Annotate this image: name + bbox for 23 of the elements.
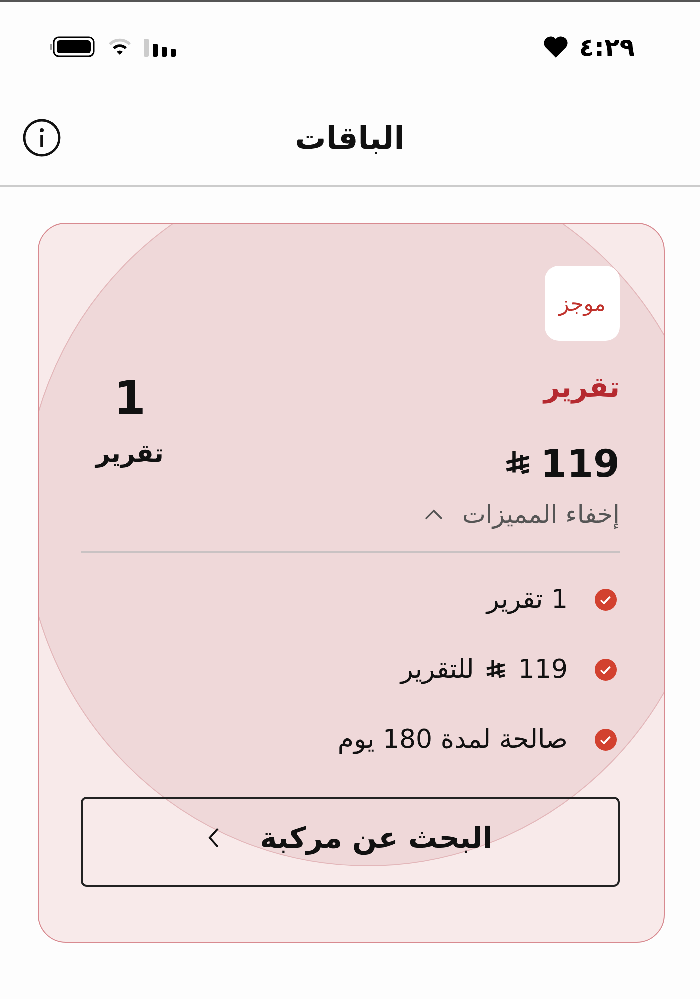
status-time: ٤:٢٩ <box>579 32 635 62</box>
search-vehicle-button[interactable]: البحث عن مركبة <box>81 796 620 886</box>
battery-icon <box>50 36 96 58</box>
info-icon <box>22 118 62 158</box>
info-button[interactable] <box>22 118 62 158</box>
heart-icon <box>543 35 570 59</box>
check-icon <box>594 588 618 612</box>
feature-text: للتقرير <box>400 654 474 684</box>
package-logo: موجز <box>545 266 620 341</box>
page-title: الباقات <box>295 120 405 156</box>
feature-text: 1 تقرير <box>486 584 568 614</box>
feature-price: 119 <box>518 654 568 684</box>
report-count: 1 <box>114 371 146 425</box>
chevron-icon <box>208 827 220 849</box>
check-icon <box>594 658 618 682</box>
check-icon <box>594 728 618 752</box>
feature-text: صالحة لمدة 180 يوم <box>338 724 568 754</box>
package-price: 119 <box>540 442 620 486</box>
count-label: تقرير <box>96 439 164 468</box>
package-name: تقرير <box>544 371 620 404</box>
caret-icon <box>424 508 444 520</box>
features-toggle[interactable]: إخفاء المميزات <box>424 500 620 529</box>
wifi-icon <box>108 38 132 56</box>
